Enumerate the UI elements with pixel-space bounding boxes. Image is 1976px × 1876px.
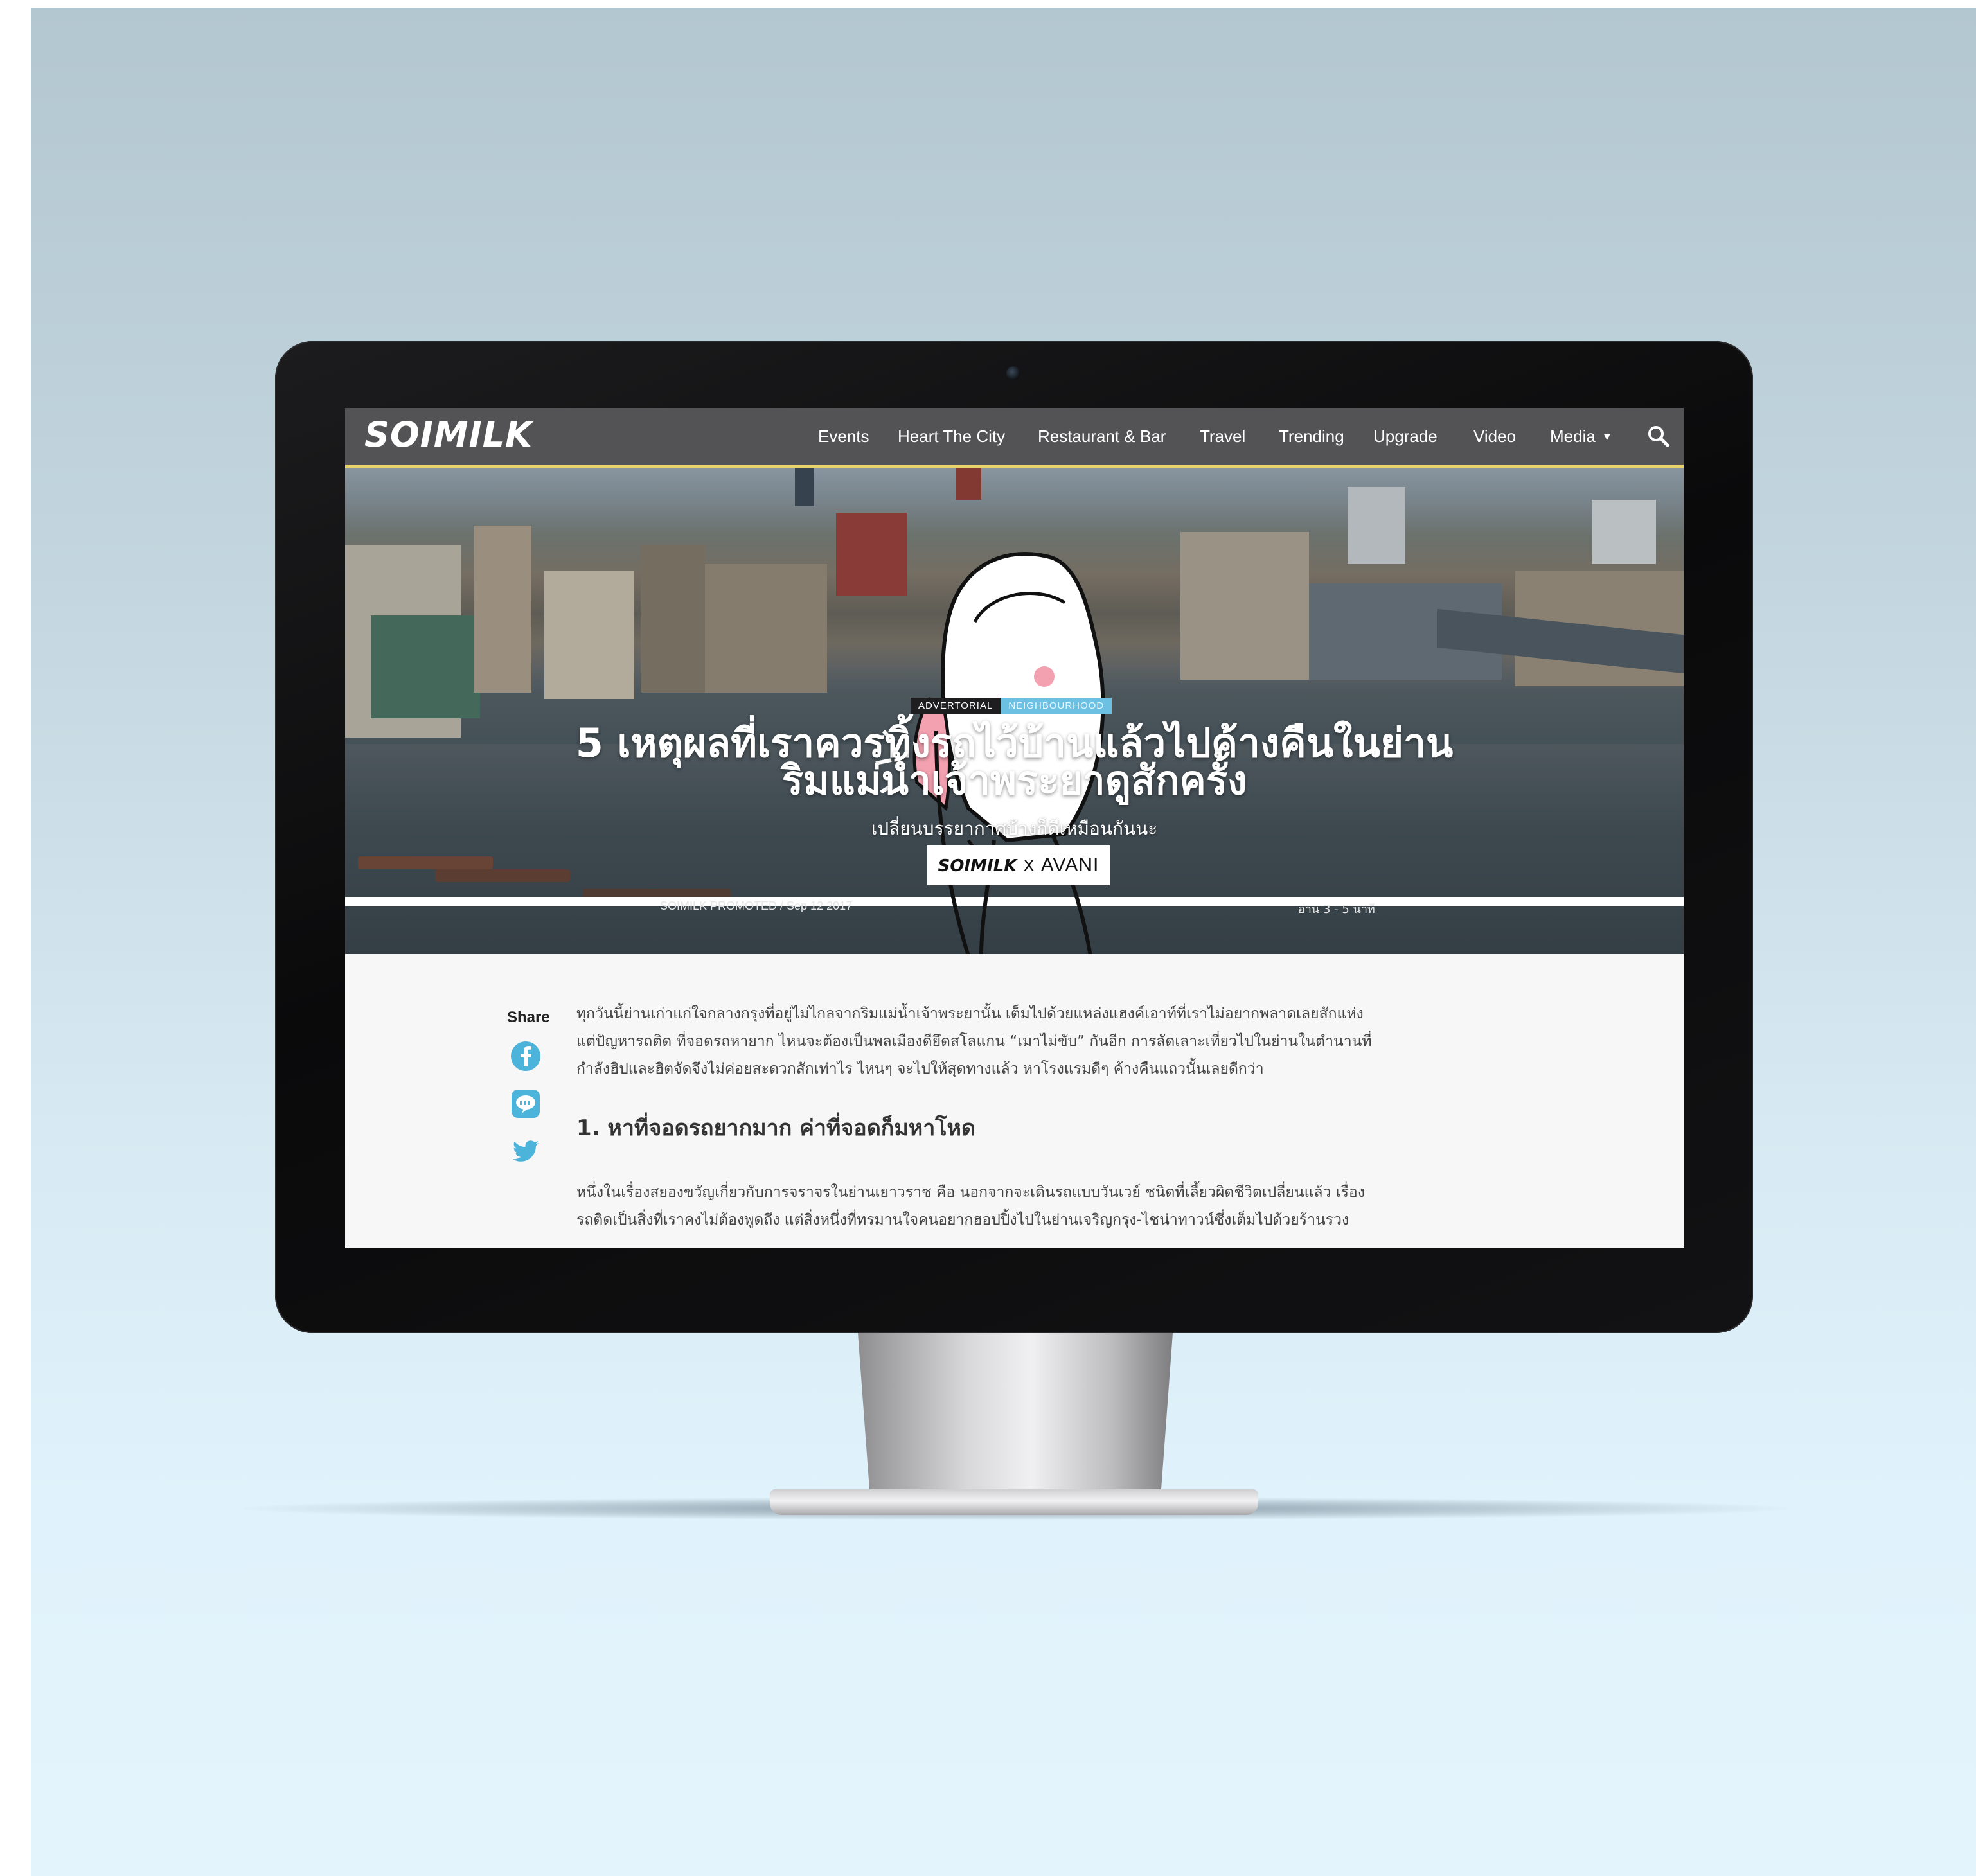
hero-banner: ADVERTORIAL NEIGHBOURHOOD 5 เหตุผลที่เรา… <box>345 468 1684 954</box>
monitor-stand <box>858 1333 1173 1507</box>
article-intro: ทุกวันนี้ย่านเก่าแก่ใจกลางกรุงที่อยู่ไม่… <box>576 1000 1470 1083</box>
nav-item-video[interactable]: Video <box>1473 425 1516 448</box>
section-heading: 1. หาที่จอดรถยากมาก ค่าที่จอดก็มหาโหด <box>576 1115 976 1141</box>
article-line: รถติดเป็นสิ่งที่เราคงไม่ต้องพูดถึง แต่สิ… <box>576 1212 1349 1228</box>
partner-logo-box: SOIMILK X AVANI <box>927 845 1110 885</box>
partner-x: X <box>1023 856 1035 875</box>
article-paragraph: หนึ่งในเรื่องสยองขวัญเกี่ยวกับการจราจรใน… <box>576 1179 1470 1234</box>
partner-avani-logo: AVANI <box>1040 854 1099 876</box>
article-line: หนึ่งในเรื่องสยองขวัญเกี่ยวกับการจราจรใน… <box>576 1184 1365 1201</box>
tag-neighbourhood[interactable]: NEIGHBOURHOOD <box>1001 698 1112 714</box>
nav-item-media-label: Media <box>1550 427 1596 446</box>
article-tags: ADVERTORIAL NEIGHBOURHOOD <box>911 698 1112 714</box>
search-icon[interactable] <box>1646 423 1671 449</box>
article-title-line: ริมแม่น้ำเจ้าพระยาดูสักครั้ง <box>781 757 1247 804</box>
nav-item-travel[interactable]: Travel <box>1200 425 1245 448</box>
article-line: แต่ปัญหารถติด ที่จอดรถหายาก ไหนจะต้องเป็… <box>576 1033 1372 1050</box>
line-icon[interactable] <box>510 1088 542 1120</box>
share-label: Share <box>507 1009 550 1026</box>
monitor-stand-base <box>770 1489 1258 1515</box>
nav-item-upgrade[interactable]: Upgrade <box>1373 425 1437 448</box>
site-logo[interactable]: SOIMILK <box>364 416 533 454</box>
nav-item-trending[interactable]: Trending <box>1279 425 1344 448</box>
top-navbar: SOIMILK Events Heart The City Restaurant… <box>345 408 1684 468</box>
article-line: ทุกวันนี้ย่านเก่าแก่ใจกลางกรุงที่อยู่ไม่… <box>576 1005 1364 1022</box>
article-byline: SOIMILK PROMOTED / Sep 12 2017 <box>660 899 853 912</box>
tag-advertorial[interactable]: ADVERTORIAL <box>911 698 1001 714</box>
nav-item-restaurant-bar[interactable]: Restaurant & Bar <box>1038 425 1166 448</box>
webcam-icon <box>1006 366 1020 380</box>
read-time: อ่าน 3 - 5 นาที <box>1298 903 1375 916</box>
nav-item-heart-the-city[interactable]: Heart The City <box>898 425 1005 448</box>
facebook-icon[interactable] <box>510 1040 542 1072</box>
caret-down-icon: ▼ <box>1601 432 1612 443</box>
twitter-icon[interactable] <box>510 1135 542 1167</box>
nav-item-media[interactable]: Media ▼ <box>1550 425 1612 448</box>
article-title: 5 เหตุผลที่เราควรทิ้งรถไว้บ้านแล้วไปค้าง… <box>441 723 1587 804</box>
browser-screen: ADVERTORIAL NEIGHBOURHOOD 5 เหตุผลที่เรา… <box>345 408 1684 1248</box>
partner-soimilk-logo: SOIMILK <box>938 856 1017 876</box>
article-line: กำลังฮิปและฮิตจัดจึงไม่ค่อยสะดวกสักเท่าไ… <box>576 1061 1264 1077</box>
article-subtitle: เปลี่ยนบรรยากาศบ้างก็ดีเหมือนกันนะ <box>871 818 1158 839</box>
nav-item-events[interactable]: Events <box>818 425 869 448</box>
